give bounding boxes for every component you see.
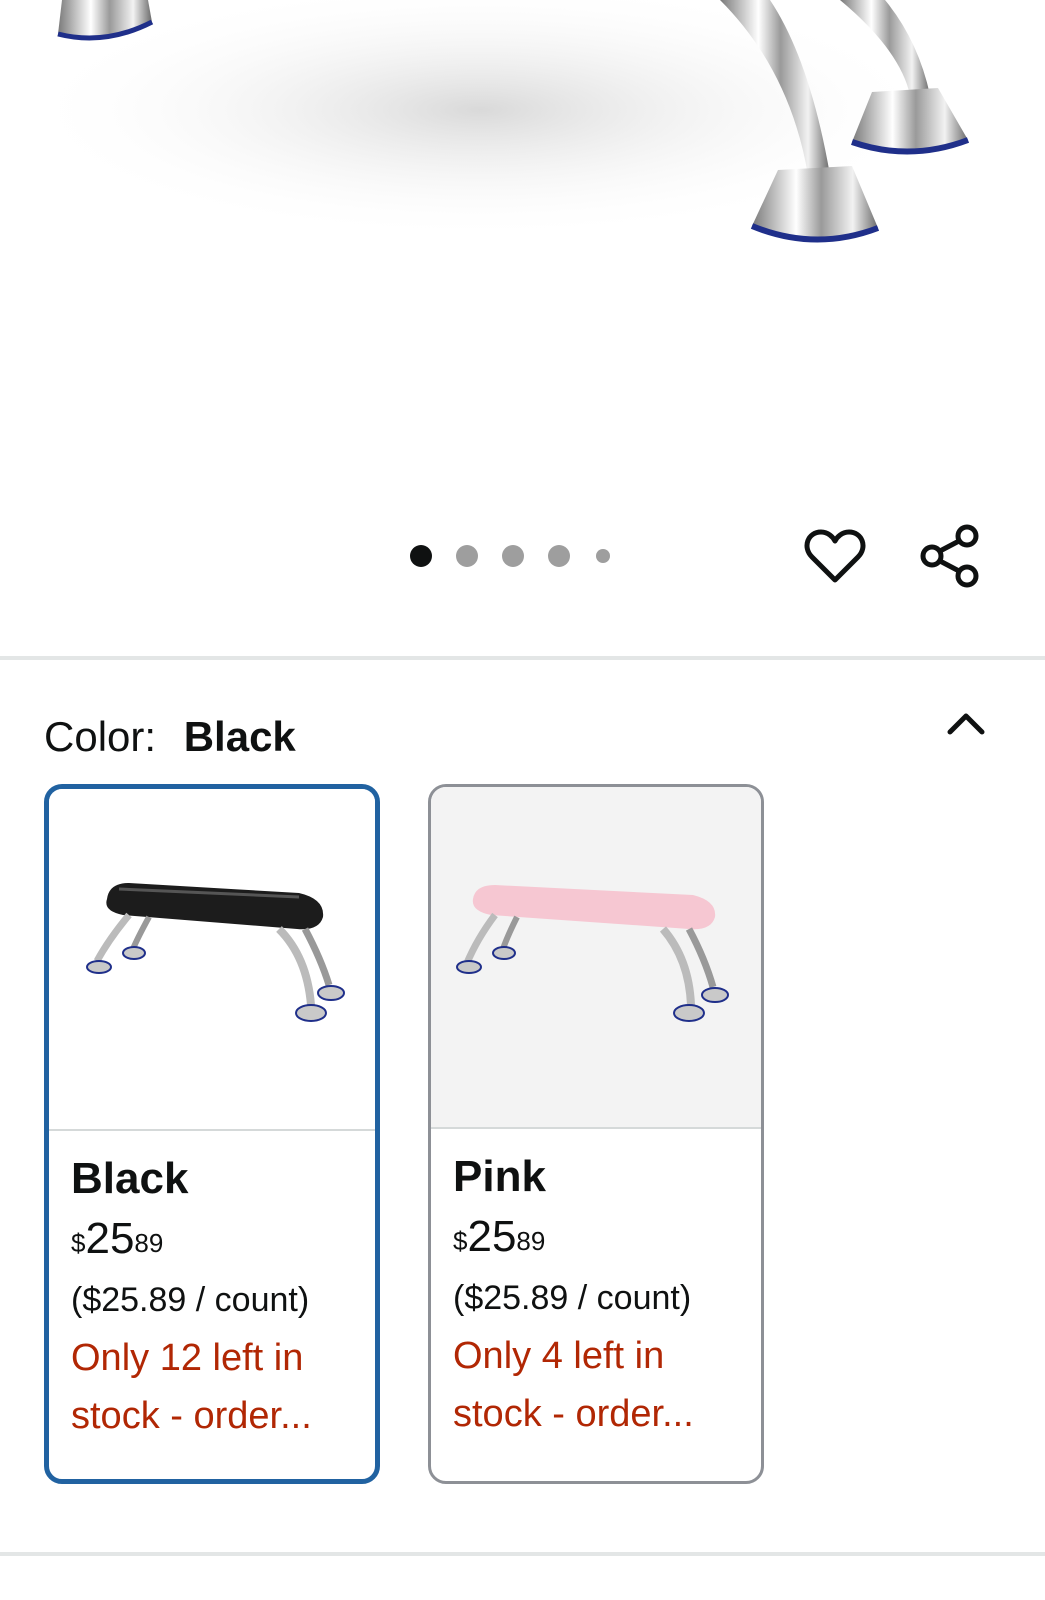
- carousel-dot-1[interactable]: [410, 545, 432, 567]
- carousel-dot-2[interactable]: [456, 545, 478, 567]
- color-selector-header[interactable]: Color: Black: [44, 712, 296, 762]
- color-label: Color:: [44, 713, 157, 760]
- chevron-up-icon[interactable]: [944, 708, 988, 743]
- color-option-black[interactable]: Black $2589 ($25.89 / count) Only 12 lef…: [44, 784, 380, 1484]
- selected-color-value: Black: [183, 713, 296, 760]
- color-option-pink[interactable]: Pink $2589 ($25.89 / count) Only 4 left …: [428, 784, 764, 1484]
- product-photo: [20, 0, 970, 243]
- option-thumbnail: [431, 787, 761, 1129]
- option-thumbnail: [49, 789, 375, 1131]
- section-divider: [0, 656, 1045, 660]
- product-image[interactable]: [0, 0, 1045, 540]
- option-stock-status: Only 12 left in stock - order...: [71, 1337, 312, 1437]
- option-unit-price: ($25.89 / count): [71, 1281, 310, 1319]
- section-divider-bottom: [0, 1552, 1045, 1556]
- share-icon[interactable]: [918, 522, 982, 595]
- carousel-dot-3[interactable]: [502, 545, 524, 567]
- option-unit-price: ($25.89 / count): [453, 1279, 692, 1317]
- carousel-dot-4[interactable]: [548, 545, 570, 567]
- option-price: $2589: [71, 1214, 164, 1263]
- carousel-dot-5[interactable]: [596, 549, 610, 563]
- option-price: $2589: [453, 1212, 546, 1261]
- heart-icon[interactable]: [804, 528, 866, 591]
- option-name: Pink: [453, 1152, 546, 1201]
- option-name: Black: [71, 1154, 189, 1203]
- option-stock-status: Only 4 left in stock - order...: [453, 1335, 694, 1435]
